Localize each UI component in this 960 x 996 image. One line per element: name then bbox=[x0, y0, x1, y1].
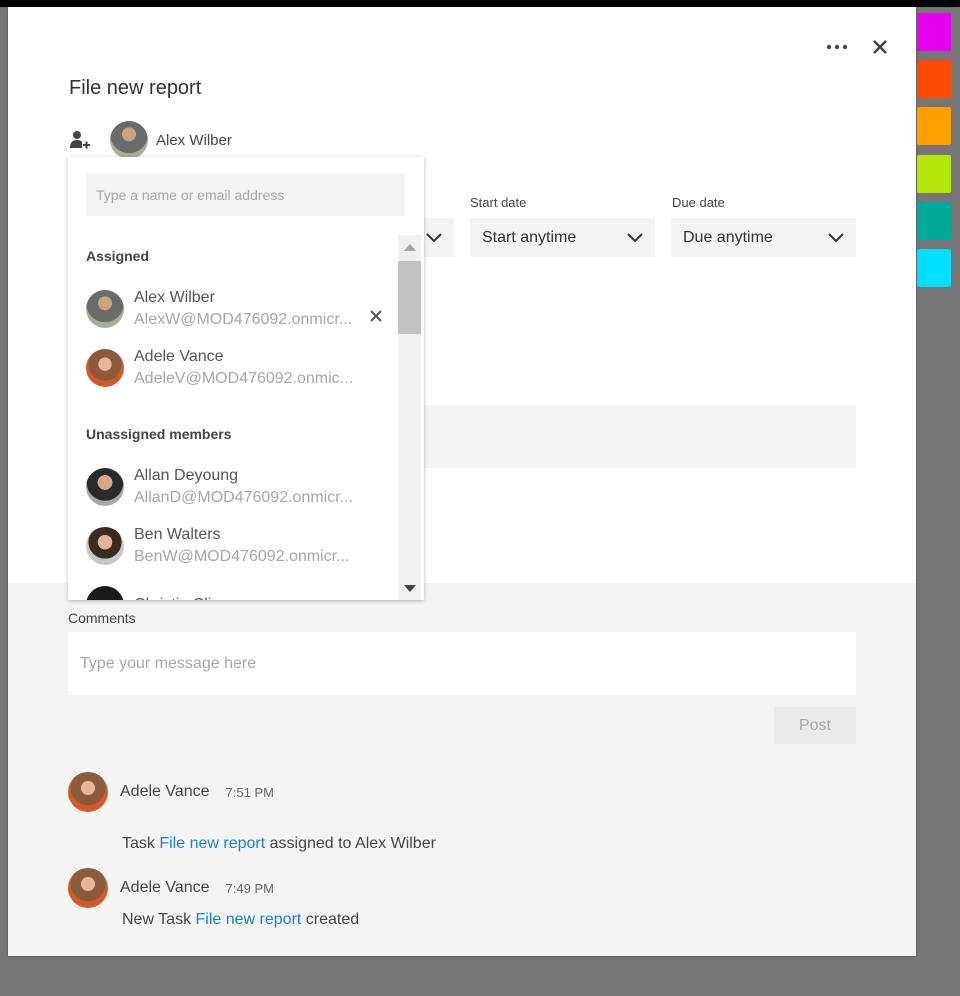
person-item[interactable]: Christie Cline bbox=[86, 582, 386, 600]
close-button[interactable] bbox=[868, 35, 892, 59]
unassigned-header: Unassigned members bbox=[86, 426, 232, 442]
task-title: File new report bbox=[69, 77, 202, 99]
scrollbar-thumb[interactable] bbox=[398, 261, 421, 334]
author-avatar[interactable] bbox=[68, 868, 108, 908]
author-name: Adele Vance bbox=[120, 879, 210, 896]
person-name: Christie Cline bbox=[134, 594, 229, 600]
triangle-down-icon bbox=[403, 584, 416, 592]
task-link[interactable]: File new report bbox=[159, 835, 265, 852]
person-email: AlexW@MOD476092.onmicr... bbox=[134, 311, 353, 328]
activity-suffix: created bbox=[301, 911, 360, 928]
triangle-up-icon bbox=[403, 243, 416, 251]
person-name: Ben Walters bbox=[134, 526, 221, 543]
scroll-up-button[interactable] bbox=[398, 237, 421, 257]
chevron-down-icon bbox=[426, 232, 442, 242]
timestamp: 7:49 PM bbox=[225, 880, 274, 896]
author-name: Adele Vance bbox=[120, 783, 210, 800]
due-date-value: Due anytime bbox=[683, 228, 773, 246]
person-item[interactable]: Ben Walters BenW@MOD476092.onmicr... bbox=[86, 523, 386, 569]
post-button[interactable]: Post bbox=[774, 707, 856, 744]
color-swatch-magenta[interactable] bbox=[917, 13, 951, 51]
person-email: AdeleV@MOD476092.onmic... bbox=[134, 370, 354, 387]
color-swatch-cyan[interactable] bbox=[917, 249, 951, 287]
color-swatch-orange-red[interactable] bbox=[917, 60, 951, 98]
person-item[interactable]: Allan Deyoung AllanD@MOD476092.onmicr... bbox=[86, 464, 386, 510]
assign-user-button[interactable] bbox=[69, 129, 91, 151]
person-email: BenW@MOD476092.onmicr... bbox=[134, 548, 350, 565]
add-person-icon bbox=[70, 131, 90, 149]
person-avatar bbox=[86, 349, 124, 387]
person-avatar bbox=[86, 586, 124, 600]
due-date-label: Due date bbox=[672, 195, 725, 210]
due-date-select[interactable]: Due anytime bbox=[671, 218, 856, 257]
person-name: Allan Deyoung bbox=[134, 467, 239, 484]
top-bar bbox=[0, 0, 960, 7]
person-name: Adele Vance bbox=[134, 348, 224, 365]
more-options-button[interactable] bbox=[822, 37, 852, 57]
start-date-label: Start date bbox=[470, 195, 527, 210]
activity-prefix: New Task bbox=[122, 911, 196, 928]
task-dialog: File new report Alex Wilber Start date S… bbox=[8, 7, 916, 956]
chevron-down-icon bbox=[627, 232, 643, 242]
activity-text: Task File new report assigned to Alex Wi… bbox=[122, 835, 436, 853]
person-avatar bbox=[86, 527, 124, 565]
task-link[interactable]: File new report bbox=[196, 911, 302, 928]
activity-suffix: assigned to Alex Wilber bbox=[265, 835, 436, 852]
assignee-row: Alex Wilber bbox=[69, 120, 232, 160]
assigned-header: Assigned bbox=[86, 248, 150, 264]
activity-item: Adele Vance 7:49 PM New Task File new re… bbox=[68, 868, 768, 938]
people-list: Assigned Alex Wilber AlexW@MOD476092.onm… bbox=[68, 232, 398, 600]
color-swatch-teal[interactable] bbox=[917, 202, 951, 240]
close-icon bbox=[873, 40, 887, 54]
people-search-input[interactable] bbox=[86, 174, 405, 216]
assignee-avatar[interactable] bbox=[110, 121, 148, 159]
close-icon bbox=[370, 310, 382, 322]
description-field[interactable] bbox=[423, 405, 856, 468]
person-item[interactable]: Alex Wilber AlexW@MOD476092.onmicr... bbox=[86, 286, 386, 332]
person-email: AllanD@MOD476092.onmicr... bbox=[134, 489, 353, 506]
person-name: Alex Wilber bbox=[134, 289, 215, 306]
person-avatar bbox=[86, 290, 124, 328]
author-avatar[interactable] bbox=[68, 772, 108, 812]
person-item[interactable]: Adele Vance AdeleV@MOD476092.onmic... bbox=[86, 345, 386, 391]
people-list-scrollbar[interactable] bbox=[398, 235, 421, 600]
activity-prefix: Task bbox=[122, 835, 160, 852]
start-date-value: Start anytime bbox=[482, 228, 577, 246]
color-swatch-lime[interactable] bbox=[917, 155, 951, 193]
activity-item: Adele Vance 7:51 PM Task File new report… bbox=[68, 772, 768, 852]
more-icon bbox=[826, 44, 848, 50]
timestamp: 7:51 PM bbox=[225, 784, 274, 800]
person-avatar bbox=[86, 468, 124, 506]
assignee-picker: Assigned Alex Wilber AlexW@MOD476092.onm… bbox=[68, 157, 424, 600]
remove-assignee-button[interactable] bbox=[370, 309, 382, 327]
comments-label: Comments bbox=[68, 610, 136, 626]
chevron-down-icon bbox=[828, 232, 844, 242]
scroll-down-button[interactable] bbox=[398, 578, 421, 598]
start-date-select[interactable]: Start anytime bbox=[470, 218, 655, 257]
comment-input[interactable] bbox=[68, 632, 856, 695]
color-swatch-orange[interactable] bbox=[917, 107, 951, 145]
activity-text: New Task File new report created bbox=[122, 911, 359, 929]
assignee-name: Alex Wilber bbox=[156, 131, 232, 149]
